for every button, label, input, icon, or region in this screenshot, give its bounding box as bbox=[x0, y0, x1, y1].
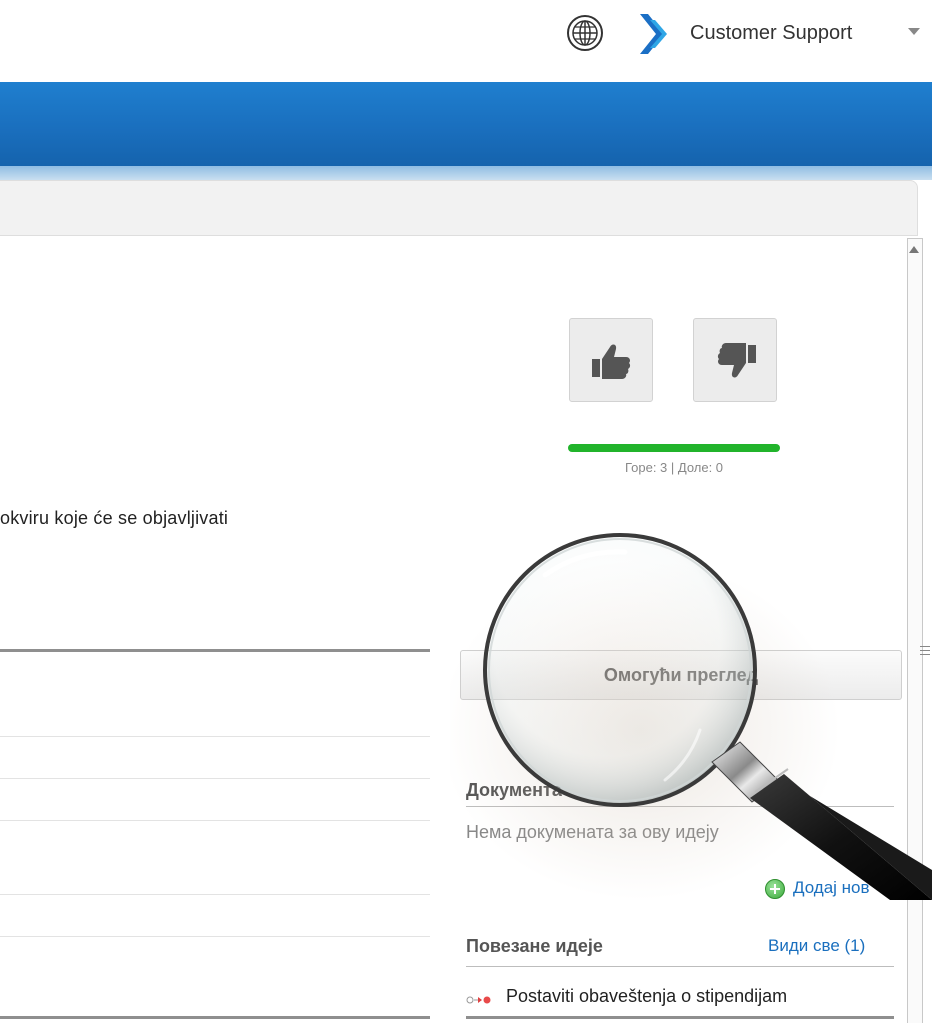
scroll-grip-icon[interactable] bbox=[920, 646, 930, 662]
related-idea-label: Postaviti obaveštenja o stipendijam bbox=[506, 986, 788, 1006]
list-divider bbox=[0, 936, 430, 937]
globe-icon[interactable] bbox=[566, 14, 604, 52]
plus-circle-icon bbox=[765, 879, 785, 899]
list-divider bbox=[0, 1016, 430, 1019]
enable-preview-button[interactable]: Омогући преглед bbox=[460, 650, 902, 700]
top-bar: Customer Support bbox=[0, 0, 932, 80]
see-all-link[interactable]: Види све (1) bbox=[768, 936, 865, 956]
toolbar-band bbox=[0, 180, 918, 236]
list-divider bbox=[0, 894, 430, 895]
idea-description: okviru koje će se objavljivati bbox=[0, 508, 229, 528]
status-dots-icon bbox=[466, 996, 491, 1004]
section-divider bbox=[466, 966, 894, 967]
page: Customer Support okviru koje će se objav… bbox=[0, 0, 932, 1023]
header-strip bbox=[0, 166, 932, 180]
thumbs-up-icon bbox=[592, 344, 631, 379]
vote-ratio-bar bbox=[568, 444, 780, 452]
section-divider bbox=[466, 806, 894, 807]
add-document-label: Додај нов bbox=[793, 878, 870, 897]
section-divider bbox=[466, 1016, 894, 1019]
list-divider bbox=[0, 820, 430, 821]
documents-title: Документа bbox=[466, 780, 562, 800]
user-menu-label[interactable]: Customer Support bbox=[690, 22, 852, 45]
related-ideas-title: Повезане идеје bbox=[466, 936, 603, 956]
scroll-up-arrow-icon[interactable] bbox=[909, 246, 919, 253]
vote-up-button[interactable] bbox=[569, 318, 653, 402]
scrollbar[interactable] bbox=[907, 238, 923, 1023]
brand-logo-icon bbox=[640, 14, 667, 54]
list-divider bbox=[0, 778, 430, 779]
thumbs-down-icon bbox=[717, 343, 756, 378]
list-divider bbox=[0, 736, 430, 737]
documents-empty-text: Нема докумената за ову идеју bbox=[466, 822, 719, 842]
header-band bbox=[0, 82, 932, 166]
vote-down-button[interactable] bbox=[693, 318, 777, 402]
list-divider bbox=[0, 649, 430, 652]
chevron-down-icon[interactable] bbox=[908, 28, 920, 35]
vote-counts: Горе: 3 | Доле: 0 bbox=[624, 460, 724, 475]
